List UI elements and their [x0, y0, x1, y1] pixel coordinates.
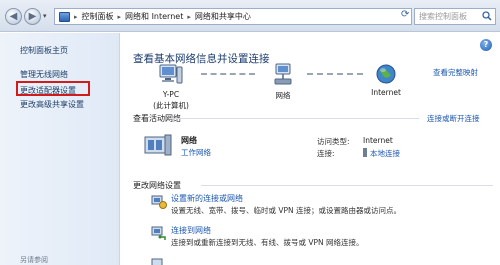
- task-new-connection-desc: 设置无线、宽带、拨号、临时或 VPN 连接；或设置路由器或访问点。: [171, 206, 402, 215]
- highlight-annotation-box: [16, 81, 90, 96]
- sidebar: 控制面板主页 管理无线网络 更改适配器设置 更改高级共享设置 另请参阅: [0, 33, 120, 265]
- task-new-connection-title[interactable]: 设置新的连接或网络: [171, 193, 243, 204]
- main-content: ? 查看基本网络信息并设置连接 查看完整映射 Y-PC (此计算机) 网络 In…: [121, 33, 500, 265]
- control-panel-icon: [59, 11, 70, 22]
- chevron-right-icon[interactable]: ▸: [187, 13, 191, 21]
- connection-line: [201, 73, 255, 75]
- computer-sub-label: (此计算机): [153, 101, 189, 110]
- breadcrumb-control-panel[interactable]: 控制面板: [82, 11, 114, 22]
- map-node-internet[interactable]: Internet: [356, 63, 416, 97]
- back-arrow-icon: ◀: [9, 10, 18, 22]
- forward-arrow-icon: ▶: [28, 10, 37, 22]
- active-network-name: 网络: [181, 136, 197, 145]
- network-icon: [274, 63, 292, 85]
- connections-label: 连接:: [317, 149, 335, 158]
- new-connection-icon: [151, 195, 167, 209]
- breadcrumb-sharing-center[interactable]: 网络和共享中心: [195, 11, 251, 22]
- task-connect-network-desc: 连接到或重新连接到无线、有线、拨号或 VPN 网络连接。: [171, 238, 364, 247]
- map-node-network[interactable]: 网络: [263, 63, 303, 101]
- homegroup-icon: [151, 258, 163, 265]
- internet-node-label: Internet: [371, 88, 401, 97]
- search-icon[interactable]: [482, 11, 492, 21]
- search-placeholder: 搜索控制面板: [419, 12, 467, 21]
- network-type-link[interactable]: 工作网络: [181, 147, 211, 158]
- address-bar[interactable]: ▸ 控制面板 ▸ 网络和 Internet ▸ 网络和共享中心: [54, 8, 412, 25]
- search-input[interactable]: 搜索控制面板: [414, 8, 496, 25]
- history-dropdown-icon[interactable]: ▾: [43, 12, 47, 20]
- computer-icon: [159, 64, 183, 84]
- sidebar-item-advanced-sharing[interactable]: 更改高级共享设置: [20, 99, 84, 110]
- chevron-right-icon[interactable]: ▸: [118, 13, 122, 21]
- connection-value[interactable]: 本地连接: [363, 148, 400, 159]
- local-connection-link[interactable]: 本地连接: [370, 149, 400, 158]
- connection-line: [307, 73, 363, 75]
- connect-network-icon: [151, 226, 166, 240]
- map-node-computer[interactable]: Y-PC (此计算机): [146, 63, 196, 111]
- network-node-label: 网络: [275, 91, 291, 100]
- task-connect-network-title[interactable]: 连接到网络: [171, 225, 211, 236]
- title-address-bar: ◀ ▶ ▾ ▸ 控制面板 ▸ 网络和 Internet ▸ 网络和共享中心 ⟳ …: [0, 0, 500, 32]
- see-also-heading: 另请参阅: [20, 256, 48, 264]
- sidebar-item-home[interactable]: 控制面板主页: [20, 45, 68, 56]
- view-full-map-link[interactable]: 查看完整映射: [433, 67, 478, 78]
- back-button[interactable]: ◀: [5, 8, 22, 25]
- breadcrumb-network-internet[interactable]: 网络和 Internet: [125, 11, 183, 22]
- connect-disconnect-link[interactable]: 连接或断开连接: [427, 113, 480, 124]
- ethernet-icon: [363, 148, 367, 157]
- section-divider: [169, 118, 419, 119]
- change-settings-heading: 更改网络设置: [133, 181, 181, 190]
- access-type-label: 访问类型:: [317, 137, 350, 146]
- globe-icon: [376, 64, 396, 84]
- computer-name-label: Y-PC: [162, 90, 180, 99]
- refresh-icon[interactable]: ⟳: [401, 9, 409, 20]
- section-divider: [201, 185, 493, 186]
- sidebar-item-manage-wireless[interactable]: 管理无线网络: [20, 69, 68, 80]
- help-icon[interactable]: ?: [480, 39, 492, 51]
- access-type-value: Internet: [363, 136, 393, 145]
- chevron-right-icon[interactable]: ▸: [74, 13, 78, 21]
- active-network-icon[interactable]: [143, 131, 173, 159]
- forward-button[interactable]: ▶: [24, 8, 41, 25]
